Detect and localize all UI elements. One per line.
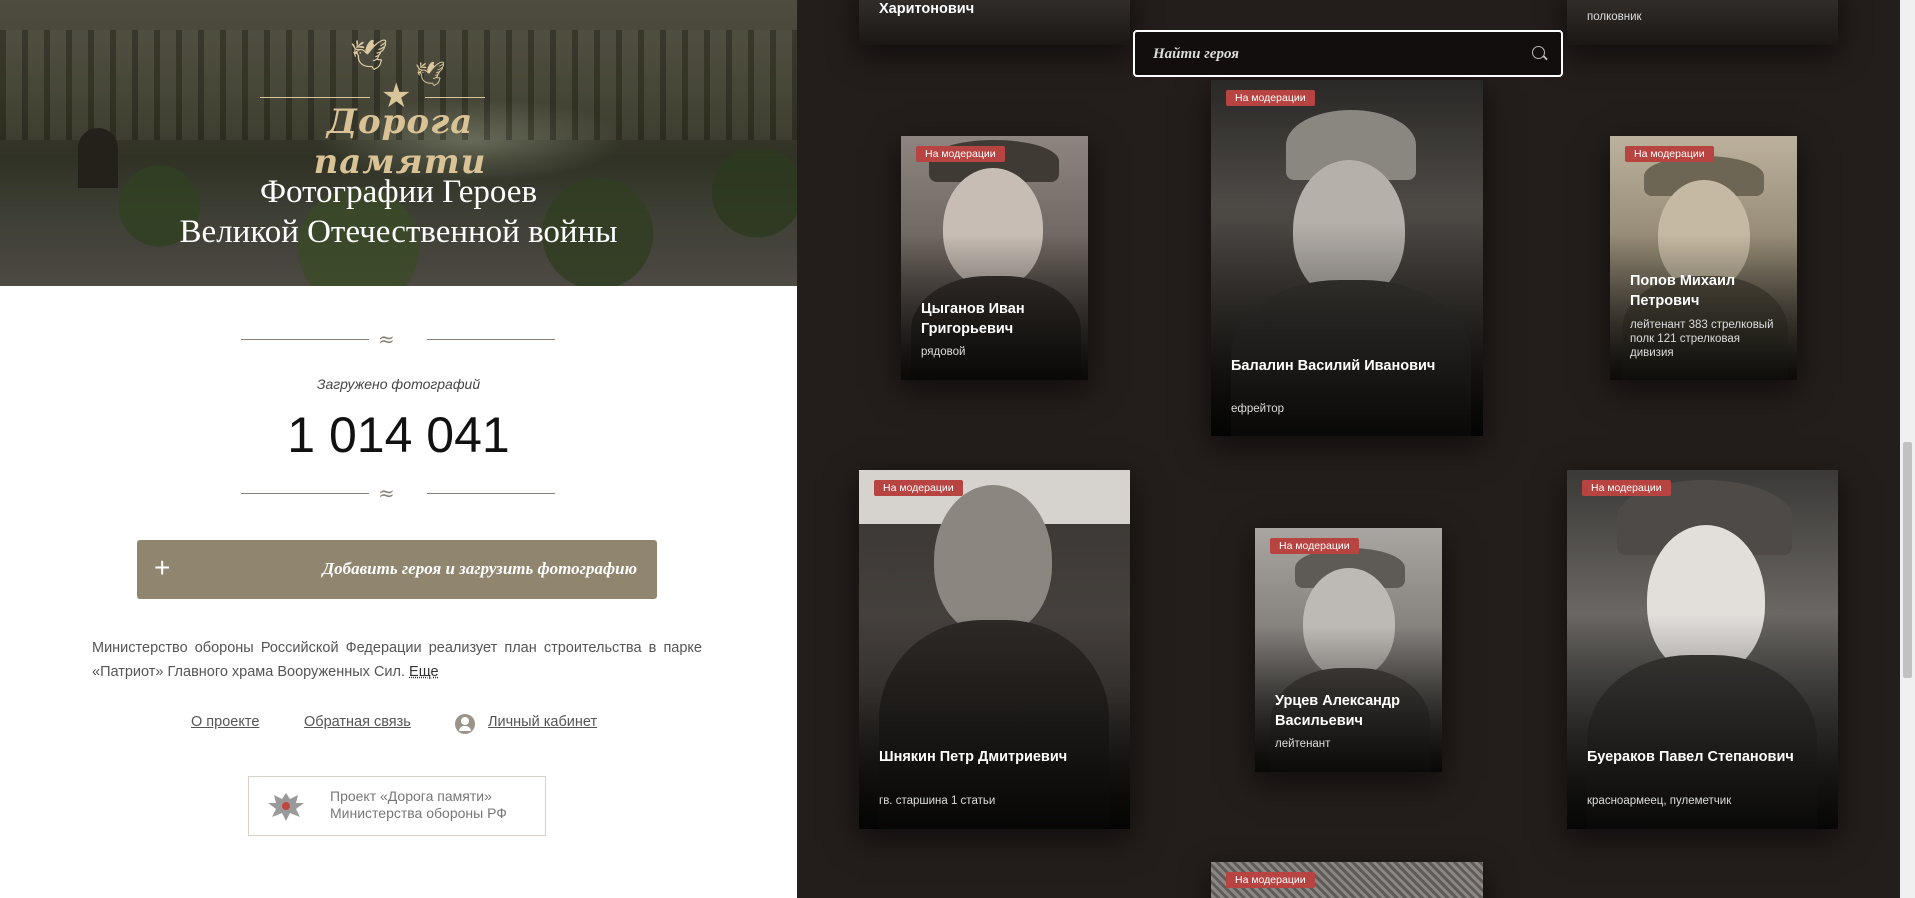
search-icon[interactable] [1532, 46, 1545, 59]
page-title: Фотографии Героев Великой Отечественной … [179, 174, 618, 250]
logo-text: Дорога памяти [313, 102, 487, 182]
scrollbar-thumb[interactable] [1903, 442, 1912, 678]
hero-card[interactable]: Харитонович [859, 0, 1130, 45]
hero-rank: ефрейтор [1231, 403, 1285, 415]
hero-name: Харитонович [879, 1, 975, 17]
heroes-gallery: Харитонович полковник На модерации Цыган… [797, 0, 1900, 898]
hero-card[interactable]: На модерации Буераков Павел Степанович к… [1567, 470, 1838, 829]
personal-cabinet-link[interactable]: Личный кабинет [488, 714, 597, 730]
hero-rank: гв. старшина 1 статьи [879, 795, 996, 807]
ministry-project-badge[interactable]: Проект «Дорога памяти» Министерства обор… [248, 776, 546, 836]
hero-card[interactable]: На модерации Урцев Александр Васильевич … [1255, 528, 1442, 772]
moderation-badge: На модерации [874, 480, 963, 496]
moderation-badge: На модерации [1226, 872, 1315, 888]
add-hero-label: Добавить героя и загрузить фотографию [322, 559, 637, 578]
scrollbar[interactable] [1900, 0, 1915, 898]
moderation-badge: На модерации [1625, 146, 1714, 162]
hero-rank: рядовой [921, 346, 966, 358]
hero-name: Буераков Павел Степанович [1587, 749, 1794, 765]
moderation-badge: На модерации [1226, 90, 1315, 106]
hero-name: Цыганов Иван Григорьевич [921, 301, 1025, 337]
search-box[interactable] [1133, 30, 1563, 77]
hero-card[interactable]: На модерации Попов Михаил Петрович лейте… [1610, 136, 1797, 380]
footer-links: О проекте Обратная связь Личный кабинет [0, 714, 797, 736]
moderation-badge: На модерации [1582, 480, 1671, 496]
moderation-badge: На модерации [916, 146, 1005, 162]
uploaded-label: Загружено фотографий [316, 376, 481, 392]
hero-banner: 🕊 🕊 ★ Дорога памяти Фотографии Героев Ве… [0, 0, 797, 286]
search-input[interactable] [1151, 41, 1515, 68]
hero-card[interactable]: На модерации [1211, 862, 1483, 898]
plus-icon: + [154, 552, 171, 583]
about-text: Министерство обороны Российской Федераци… [92, 640, 702, 680]
about-project-link[interactable]: О проекте [191, 714, 259, 730]
hero-rank: полковник [1587, 11, 1642, 23]
more-link[interactable]: Еще [409, 664, 439, 680]
hero-card[interactable]: На модерации Балалин Василий Иванович еф… [1211, 80, 1483, 436]
uploaded-count: 1 014 041 [287, 407, 510, 463]
feedback-link[interactable]: Обратная связь [304, 714, 411, 730]
crane-bird-icon: 🕊 [350, 39, 389, 72]
left-panel: 🕊 🕊 ★ Дорога памяти Фотографии Героев Ве… [0, 0, 797, 898]
hero-card[interactable]: На модерации Цыганов Иван Григорьевич ря… [901, 136, 1088, 380]
hero-name: Балалин Василий Иванович [1231, 358, 1436, 374]
hero-name: Урцев Александр Васильевич [1275, 693, 1400, 729]
hero-rank: красноармеец, пулеметчик [1587, 795, 1732, 807]
eagle-emblem-icon [268, 793, 304, 821]
moderation-badge: На модерации [1270, 538, 1359, 554]
ornament-divider: ≈ [241, 481, 555, 505]
hero-name: Попов Михаил Петрович [1630, 273, 1736, 309]
user-icon[interactable] [455, 714, 475, 734]
hero-rank: лейтенант 383 стрелковый полк 121 стрелк… [1630, 319, 1774, 359]
hero-card[interactable]: полковник [1567, 0, 1838, 45]
logo[interactable]: 🕊 🕊 ★ Дорога памяти [255, 38, 545, 182]
crane-bird-icon: 🕊 [415, 61, 446, 88]
hero-rank: лейтенант [1275, 738, 1331, 750]
add-hero-button[interactable]: + Добавить героя и загрузить фотографию [137, 540, 657, 599]
hero-name: Шнякин Петр Дмитриевич [879, 749, 1068, 765]
hero-card[interactable]: На модерации Шнякин Петр Дмитриевич гв. … [859, 470, 1130, 829]
ornament-divider: ≈ [241, 327, 555, 351]
